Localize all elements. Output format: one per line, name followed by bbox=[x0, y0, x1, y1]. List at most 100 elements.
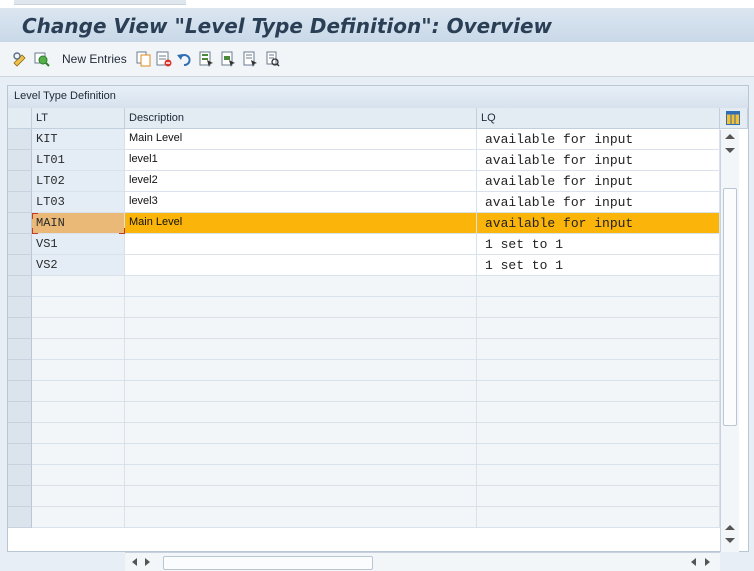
description-cell[interactable] bbox=[125, 465, 477, 486]
column-settings-icon[interactable] bbox=[726, 111, 740, 125]
horizontal-scroll-thumb[interactable] bbox=[163, 556, 373, 570]
lq-cell[interactable] bbox=[477, 276, 720, 297]
lt-cell[interactable]: LT02 bbox=[32, 171, 125, 192]
lq-cell[interactable] bbox=[477, 423, 720, 444]
lt-cell[interactable] bbox=[32, 486, 125, 507]
lt-cell[interactable]: LT01 bbox=[32, 150, 125, 171]
scroll-down-icon[interactable] bbox=[725, 538, 735, 543]
lq-cell[interactable]: 1 set to 1 bbox=[477, 234, 720, 255]
vertical-scroll-thumb[interactable] bbox=[723, 188, 737, 426]
lt-cell[interactable]: LT03 bbox=[32, 192, 125, 213]
row-selector[interactable] bbox=[8, 171, 32, 192]
row-selector[interactable] bbox=[8, 381, 32, 402]
description-cell[interactable] bbox=[125, 423, 477, 444]
scroll-left-icon[interactable] bbox=[691, 558, 696, 566]
lq-cell[interactable] bbox=[477, 339, 720, 360]
scroll-left-icon[interactable] bbox=[132, 558, 137, 566]
description-cell[interactable] bbox=[125, 339, 477, 360]
row-selector[interactable] bbox=[8, 444, 32, 465]
select-all-rows-header[interactable] bbox=[8, 108, 32, 129]
description-cell[interactable] bbox=[125, 318, 477, 339]
scroll-down-icon[interactable] bbox=[725, 148, 735, 153]
lq-horizontal-scrollbar[interactable] bbox=[477, 552, 720, 571]
window-tab[interactable] bbox=[14, 0, 186, 5]
row-selector[interactable] bbox=[8, 129, 32, 150]
lq-cell[interactable] bbox=[477, 444, 720, 465]
lt-cell[interactable] bbox=[32, 507, 125, 528]
description-cell[interactable]: Main Level bbox=[125, 213, 477, 234]
description-cell[interactable]: level3 bbox=[125, 192, 477, 213]
lt-cell[interactable] bbox=[32, 423, 125, 444]
lt-cell[interactable] bbox=[32, 297, 125, 318]
lt-cell[interactable] bbox=[32, 339, 125, 360]
description-cell[interactable] bbox=[125, 486, 477, 507]
lt-cell[interactable]: KIT bbox=[32, 129, 125, 150]
scroll-right-icon[interactable] bbox=[145, 558, 150, 566]
column-header-description[interactable]: Description bbox=[125, 108, 477, 129]
new-entries-button[interactable]: New Entries bbox=[62, 50, 127, 68]
lq-cell[interactable] bbox=[477, 318, 720, 339]
delete-button[interactable] bbox=[156, 50, 172, 68]
description-cell[interactable] bbox=[125, 276, 477, 297]
lq-cell[interactable]: available for input bbox=[477, 213, 720, 234]
column-header-lq[interactable]: LQ bbox=[477, 108, 720, 129]
scroll-up-icon[interactable] bbox=[725, 134, 735, 139]
row-selector[interactable] bbox=[8, 192, 32, 213]
description-cell[interactable] bbox=[125, 402, 477, 423]
lq-cell[interactable]: available for input bbox=[477, 150, 720, 171]
display-change-button[interactable] bbox=[12, 50, 28, 68]
row-selector[interactable] bbox=[8, 213, 32, 234]
description-cell[interactable] bbox=[125, 234, 477, 255]
lq-cell[interactable] bbox=[477, 381, 720, 402]
row-selector[interactable] bbox=[8, 339, 32, 360]
description-cell[interactable] bbox=[125, 255, 477, 276]
lq-cell[interactable]: 1 set to 1 bbox=[477, 255, 720, 276]
lq-cell[interactable] bbox=[477, 465, 720, 486]
description-cell[interactable] bbox=[125, 360, 477, 381]
lt-cell[interactable] bbox=[32, 381, 125, 402]
row-selector[interactable] bbox=[8, 486, 32, 507]
lt-cell[interactable] bbox=[32, 360, 125, 381]
row-selector[interactable] bbox=[8, 465, 32, 486]
row-selector[interactable] bbox=[8, 360, 32, 381]
row-selector[interactable] bbox=[8, 318, 32, 339]
lt-cell[interactable] bbox=[32, 276, 125, 297]
row-selector[interactable] bbox=[8, 255, 32, 276]
lq-cell[interactable] bbox=[477, 360, 720, 381]
lq-cell[interactable] bbox=[477, 507, 720, 528]
print-button[interactable] bbox=[264, 50, 280, 68]
lt-cell[interactable]: MAIN bbox=[32, 213, 125, 234]
lq-cell[interactable] bbox=[477, 297, 720, 318]
lt-cell[interactable]: VS2 bbox=[32, 255, 125, 276]
other-view-button[interactable] bbox=[34, 50, 50, 68]
lt-cell[interactable] bbox=[32, 465, 125, 486]
lt-cell[interactable] bbox=[32, 318, 125, 339]
vertical-scrollbar[interactable] bbox=[720, 130, 739, 552]
lq-cell[interactable] bbox=[477, 402, 720, 423]
description-cell[interactable]: level2 bbox=[125, 171, 477, 192]
select-all-button[interactable] bbox=[198, 50, 214, 68]
lt-cell[interactable]: VS1 bbox=[32, 234, 125, 255]
undo-button[interactable] bbox=[176, 50, 192, 68]
lq-cell[interactable]: available for input bbox=[477, 171, 720, 192]
row-selector[interactable] bbox=[8, 276, 32, 297]
scroll-right-icon[interactable] bbox=[705, 558, 710, 566]
lq-cell[interactable]: available for input bbox=[477, 192, 720, 213]
lt-cell[interactable] bbox=[32, 402, 125, 423]
copy-button[interactable] bbox=[136, 50, 152, 68]
column-header-lt[interactable]: LT bbox=[32, 108, 125, 129]
description-cell[interactable]: level1 bbox=[125, 150, 477, 171]
description-cell[interactable]: Main Level bbox=[125, 129, 477, 150]
deselect-all-button[interactable] bbox=[242, 50, 258, 68]
lt-cell[interactable] bbox=[32, 444, 125, 465]
description-cell[interactable] bbox=[125, 444, 477, 465]
row-selector[interactable] bbox=[8, 507, 32, 528]
lq-cell[interactable]: available for input bbox=[477, 129, 720, 150]
description-cell[interactable] bbox=[125, 297, 477, 318]
row-selector[interactable] bbox=[8, 297, 32, 318]
lq-cell[interactable] bbox=[477, 486, 720, 507]
description-cell[interactable] bbox=[125, 381, 477, 402]
description-cell[interactable] bbox=[125, 507, 477, 528]
row-selector[interactable] bbox=[8, 234, 32, 255]
select-block-button[interactable] bbox=[220, 50, 236, 68]
